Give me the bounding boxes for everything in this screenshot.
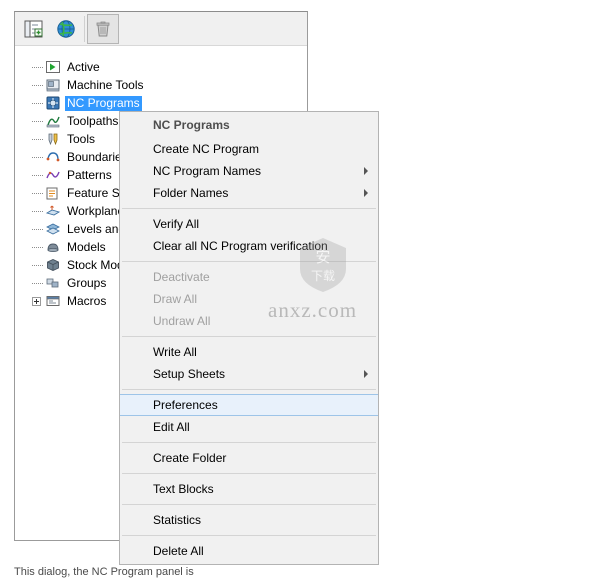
menu-item-label: Preferences xyxy=(153,398,218,412)
menu-item-preferences[interactable]: Preferences xyxy=(120,394,378,416)
tree-item-label: Models xyxy=(67,239,106,254)
menu-item-create-nc-program[interactable]: Create NC Program xyxy=(120,138,378,160)
context-menu: NC Programs Create NC Program NC Program… xyxy=(119,111,379,565)
chevron-right-icon xyxy=(364,189,368,197)
tools-icon xyxy=(45,131,61,147)
tree-item-label: Patterns xyxy=(67,167,112,182)
explorer-tree-icon xyxy=(24,20,43,37)
menu-item-deactivate: Deactivate xyxy=(120,266,378,288)
menu-item-label: Setup Sheets xyxy=(153,367,226,381)
menu-item-label: Statistics xyxy=(153,513,202,527)
tree-item-label: NC Programs xyxy=(65,95,142,111)
machine-tool-icon xyxy=(45,77,61,93)
levels-sets-icon xyxy=(45,221,61,237)
menu-item-label: Clear all NC Program verification xyxy=(153,239,328,253)
page-caption: This dialog, the NC Program panel is xyxy=(14,566,194,578)
menu-item-text-blocks[interactable]: Text Blocks xyxy=(120,478,378,500)
menu-separator xyxy=(122,336,376,337)
tree-item-label: Active xyxy=(67,59,100,74)
nc-program-icon xyxy=(45,95,61,111)
tree-item-label: Macros xyxy=(67,293,107,308)
menu-separator xyxy=(122,389,376,390)
toolbar-separator xyxy=(84,15,85,42)
menu-separator xyxy=(122,504,376,505)
boundary-icon xyxy=(45,149,61,165)
context-menu-title: NC Programs xyxy=(153,118,230,132)
tree-connector xyxy=(31,259,44,272)
chevron-right-icon xyxy=(364,370,368,378)
menu-item-label: Text Blocks xyxy=(153,482,214,496)
feature-set-icon xyxy=(45,185,61,201)
toolpath-icon xyxy=(45,113,61,129)
menu-item-label: Undraw All xyxy=(153,314,211,328)
chevron-right-icon xyxy=(364,167,368,175)
menu-separator xyxy=(122,261,376,262)
tree-connector xyxy=(31,187,44,200)
tree-connector xyxy=(31,169,44,182)
tree-connector xyxy=(31,61,44,74)
tree-connector xyxy=(31,205,44,218)
tree-connector xyxy=(31,115,44,128)
menu-item-label: Delete All xyxy=(153,544,204,558)
globe-icon xyxy=(57,19,75,38)
menu-item-delete-all[interactable]: Delete All xyxy=(120,540,378,562)
globe-icon-button[interactable] xyxy=(50,14,82,44)
tree-connector xyxy=(31,133,44,146)
menu-separator xyxy=(122,208,376,209)
menu-item-label: Write All xyxy=(153,345,197,359)
menu-item-edit-all[interactable]: Edit All xyxy=(120,416,378,438)
model-icon xyxy=(45,239,61,255)
menu-item-label: Deactivate xyxy=(153,270,210,284)
tree-connector xyxy=(31,241,44,254)
menu-item-nc-program-names[interactable]: NC Program Names xyxy=(120,160,378,182)
menu-item-label: Draw All xyxy=(153,292,198,306)
tree-item-label: Machine Tools xyxy=(67,77,144,92)
tree-item-label: Tools xyxy=(67,131,96,146)
menu-item-clear-all-nc-program-verification[interactable]: Clear all NC Program verification xyxy=(120,235,378,257)
tree-connector xyxy=(31,79,44,92)
menu-item-undraw-all: Undraw All xyxy=(120,310,378,332)
menu-item-draw-all: Draw All xyxy=(120,288,378,310)
tree-item-nc-programs[interactable]: NC Programs xyxy=(15,94,307,112)
menu-item-setup-sheets[interactable]: Setup Sheets xyxy=(120,363,378,385)
macro-icon xyxy=(45,293,61,309)
pattern-icon xyxy=(45,167,61,183)
menu-item-create-folder[interactable]: Create Folder xyxy=(120,447,378,469)
tree-connector xyxy=(31,97,44,110)
tree-item-label: Groups xyxy=(67,275,107,290)
menu-item-label: Folder Names xyxy=(153,186,229,200)
menu-item-write-all[interactable]: Write All xyxy=(120,341,378,363)
tree-connector xyxy=(31,151,44,164)
tree-connector xyxy=(31,277,44,290)
group-icon xyxy=(45,275,61,291)
menu-item-verify-all[interactable]: Verify All xyxy=(120,213,378,235)
tree-connector xyxy=(31,223,44,236)
menu-item-label: Create NC Program xyxy=(153,142,260,156)
menu-separator xyxy=(122,535,376,536)
expand-toggle-macros[interactable] xyxy=(31,295,44,308)
menu-item-label: NC Program Names xyxy=(153,164,262,178)
menu-item-folder-names[interactable]: Folder Names xyxy=(120,182,378,204)
menu-separator xyxy=(122,442,376,443)
tree-item-label: Toolpaths xyxy=(67,113,119,128)
menu-item-label: Verify All xyxy=(153,217,200,231)
trash-icon xyxy=(96,21,110,36)
tree-item-active[interactable]: Active xyxy=(15,58,307,76)
workplane-icon xyxy=(45,203,61,219)
menu-separator xyxy=(122,473,376,474)
explorer-toolbar xyxy=(15,12,307,46)
explorer-tree-icon-button[interactable] xyxy=(18,14,50,44)
menu-item-label: Edit All xyxy=(153,420,190,434)
green-arrow-icon xyxy=(45,59,61,75)
menu-item-label: Create Folder xyxy=(153,451,227,465)
tree-item-machine-tools[interactable]: Machine Tools xyxy=(15,76,307,94)
stock-model-icon xyxy=(45,257,61,273)
trash-icon-button[interactable] xyxy=(87,13,119,44)
menu-item-statistics[interactable]: Statistics xyxy=(120,509,378,531)
